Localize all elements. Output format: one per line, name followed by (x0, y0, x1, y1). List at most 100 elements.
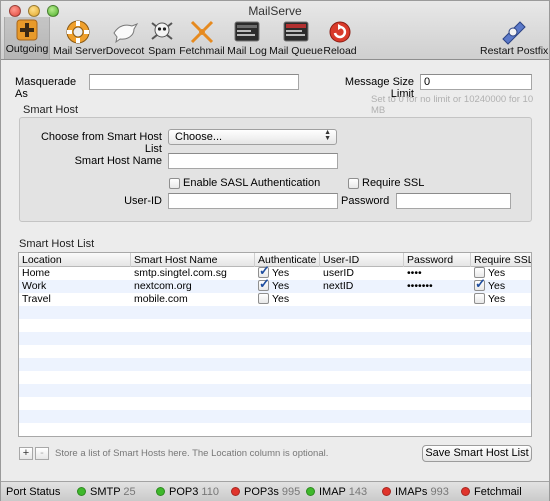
status-dot-icon (382, 487, 391, 496)
add-row-button[interactable]: + (19, 447, 33, 460)
popup-arrows-icon: ▲ ▼ (324, 129, 331, 142)
require-ssl-row-label: Yes (488, 267, 506, 279)
table-row-empty (19, 397, 531, 410)
authenticate-checkbox[interactable] (258, 293, 269, 304)
column-header-password[interactable]: Password (404, 253, 471, 267)
toolbar-mail-server-button[interactable]: Mail Server (53, 19, 107, 59)
plus-icon (16, 19, 38, 41)
cell-password: ••••••• (407, 280, 433, 292)
sasl-label: Enable SASL Authentication (183, 177, 321, 189)
toolbar-reload-label: Reload (323, 45, 357, 57)
status-dot-icon (231, 487, 240, 496)
size-limit-input[interactable] (420, 74, 532, 90)
authenticate-label: Yes (272, 280, 290, 292)
cell-location: Travel (22, 293, 51, 305)
table-row-empty (19, 345, 531, 358)
toolbar-dovecot-button[interactable]: Dovecot (105, 19, 145, 59)
cell-require-ssl: Yes (471, 293, 508, 306)
password-input[interactable] (396, 193, 511, 209)
queue-console-icon (283, 21, 309, 42)
status-fetchmail: Fetchmail (461, 486, 522, 498)
smart-host-name-input[interactable] (168, 153, 338, 169)
table-row-empty (19, 423, 531, 436)
smart-host-table[interactable]: Location Smart Host Name Authenticate Us… (18, 252, 532, 437)
toolbar-mail-queue-button[interactable]: Mail Queue (269, 19, 323, 59)
mailserve-window: MailServe Outgoing Mail Server Dovecot S… (0, 0, 550, 501)
status-imap: IMAP 143 (306, 486, 367, 498)
toolbar-reload-button[interactable]: Reload (323, 19, 357, 59)
status-pop3s: POP3s 995 (231, 486, 300, 498)
cell-smart-host-name: mobile.com (134, 293, 188, 305)
postfix-icon (502, 21, 526, 45)
table-header: Location Smart Host Name Authenticate Us… (19, 253, 531, 267)
password-label: Password (341, 195, 390, 207)
userid-input[interactable] (168, 193, 338, 209)
require-ssl-label: Require SSL (362, 177, 425, 189)
toolbar-restart-postfix-button[interactable]: Restart Postfix (480, 19, 549, 59)
table-row[interactable]: Home smtp.singtel.com.sg Yes userID ••••… (19, 264, 531, 280)
save-smart-host-list-button[interactable]: Save Smart Host List (422, 445, 532, 462)
port-status-bar: Port Status SMTP 25 POP3 110 POP3s 995 I… (1, 481, 549, 501)
authenticate-label: Yes (272, 267, 290, 279)
skull-icon (151, 22, 173, 40)
require-ssl-checkbox[interactable] (348, 178, 359, 189)
table-row-empty (19, 371, 531, 384)
table-row[interactable]: Travel mobile.com Yes Yes (19, 293, 531, 306)
cell-smart-host-name: nextcom.org (134, 280, 192, 292)
smart-host-name-label: Smart Host Name (74, 155, 162, 167)
cell-smart-host-name: smtp.singtel.com.sg (134, 267, 227, 279)
table-row-empty (19, 410, 531, 423)
userid-label: User-ID (124, 195, 162, 207)
choose-smart-host-popup[interactable]: Choose... ▲ ▼ (168, 129, 337, 145)
reload-icon (329, 21, 351, 43)
cell-location: Home (22, 267, 51, 279)
dove-icon (113, 22, 139, 44)
window-title: MailServe (248, 4, 302, 18)
table-row-empty (19, 332, 531, 345)
cell-authenticate: Yes (255, 277, 292, 293)
choose-smart-host-value: Choose... (175, 131, 223, 143)
cell-user-id (320, 293, 326, 306)
cell-user-id: nextID (323, 280, 354, 292)
status-dot-icon (77, 487, 86, 496)
cell-password (404, 293, 410, 306)
column-header-user-id[interactable]: User-ID (320, 253, 404, 267)
column-header-require-ssl[interactable]: Require SSL (471, 253, 531, 267)
table-row-empty (19, 358, 531, 371)
require-ssl-row-checkbox[interactable] (474, 293, 485, 304)
column-header-location[interactable]: Location (19, 253, 131, 267)
table-row[interactable]: Work nextcom.org Yes nextID ••••••• Yes (19, 277, 531, 293)
cell-require-ssl: Yes (471, 277, 508, 293)
status-dot-icon (156, 487, 165, 496)
column-header-smart-host-name[interactable]: Smart Host Name (131, 253, 255, 267)
require-ssl-row-checkbox[interactable] (474, 277, 486, 291)
toolbar-spam-label: Spam (148, 45, 176, 57)
smart-host-group-title: Smart Host (23, 104, 79, 116)
status-smtp: SMTP 25 (77, 486, 136, 498)
fetch-arrows-icon (190, 20, 214, 44)
cell-authenticate: Yes (255, 293, 292, 306)
toolbar-restart-postfix-label: Restart Postfix (480, 45, 549, 57)
require-ssl-row-label: Yes (488, 280, 506, 292)
toolbar: MailServe Outgoing Mail Server Dovecot S… (1, 1, 549, 60)
status-dot-icon (306, 487, 315, 496)
toolbar-outgoing-button[interactable]: Outgoing (4, 17, 50, 59)
toolbar-mail-log-button[interactable]: Mail Log (227, 19, 267, 59)
status-imaps: IMAPs 993 (382, 486, 449, 498)
remove-row-button[interactable]: - (35, 447, 49, 460)
toolbar-spam-button[interactable]: Spam (147, 19, 177, 59)
choose-smart-host-label: Choose from Smart Host List (40, 131, 162, 155)
size-limit-hint: Set to 0 for no limit or 10240000 for 10… (371, 94, 534, 116)
masquerade-label: Masquerade As (15, 76, 77, 100)
port-status-label: Port Status (6, 486, 61, 498)
table-row-empty (19, 319, 531, 332)
toolbar-mail-server-label: Mail Server (53, 45, 107, 57)
lifebuoy-icon (66, 20, 90, 44)
authenticate-checkbox[interactable] (258, 277, 270, 291)
status-pop3: POP3 110 (156, 486, 219, 498)
masquerade-input[interactable] (89, 74, 299, 90)
sasl-checkbox[interactable] (169, 178, 180, 189)
toolbar-fetchmail-button[interactable]: Fetchmail (179, 19, 225, 59)
table-row-empty (19, 384, 531, 397)
toolbar-outgoing-label: Outgoing (5, 43, 49, 55)
